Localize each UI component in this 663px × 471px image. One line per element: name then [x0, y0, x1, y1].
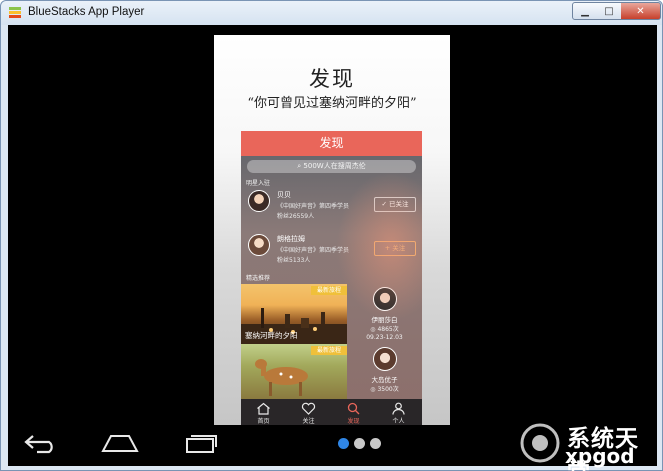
bluestacks-window: BlueStacks App Player ▁ □ ✕ 发现 “你可曾见过塞纳河… [0, 0, 663, 471]
minimize-button[interactable]: ▁ [572, 2, 598, 20]
featured-photo[interactable]: 最新旅程 [241, 344, 347, 399]
eye-icon: ◎ [370, 326, 376, 333]
tab-label: 关注 [302, 418, 315, 425]
app-header-title: 发现 [241, 131, 422, 156]
window-title: BlueStacks App Player [28, 6, 145, 18]
tab-label: 发现 [347, 418, 360, 425]
tag-badge: 最新旅程 [311, 346, 347, 355]
home-icon [257, 402, 270, 415]
back-icon[interactable] [23, 432, 59, 454]
tag-badge: 最新旅程 [311, 286, 347, 295]
star-desc: 《中国好声音》第四季学员 [277, 247, 350, 254]
view-count: ◎ 4865次 [347, 324, 422, 333]
plus-icon: + [384, 244, 391, 252]
eye-icon: ◎ [370, 386, 376, 393]
person-icon [392, 402, 405, 415]
featured-photo[interactable]: 最新旅程 塞纳河畔的夕阳 [241, 284, 347, 344]
star-desc: 《中国好声音》第四季学员 [277, 203, 350, 210]
section-featured-label: 精选推荐 [246, 275, 271, 282]
recent-apps-icon[interactable] [183, 432, 219, 454]
view-count-value: 4865次 [377, 326, 399, 333]
date-range: 09.23-12.03 [366, 334, 403, 341]
follow-button[interactable]: + 关注 [374, 241, 416, 256]
tab-home[interactable]: 首页 [241, 399, 286, 425]
tab-profile[interactable]: 个人 [376, 399, 421, 425]
bluestacks-logo-icon [9, 7, 21, 18]
author-name: 伊丽莎白 [371, 316, 398, 324]
intro-title: 发现 [309, 67, 355, 91]
home-icon[interactable] [101, 433, 139, 453]
close-icon: ✕ [636, 5, 645, 17]
pager-dot[interactable] [370, 438, 381, 449]
maximize-button[interactable]: □ [597, 2, 622, 20]
view-count-value: 3500次 [377, 386, 399, 393]
star-name: 贝贝 [277, 191, 291, 199]
search-placeholder: 500W人在搜周杰伦 [303, 162, 366, 170]
followed-button-label: 已关注 [389, 200, 409, 208]
followed-button[interactable]: ✓ 已关注 [374, 197, 416, 212]
section-stars-label: 明星入驻 [246, 180, 271, 187]
title-bar[interactable]: BlueStacks App Player ▁ □ ✕ [1, 1, 662, 25]
search-icon: ⌕ [297, 162, 302, 170]
author-name: 大岛优子 [371, 376, 398, 384]
search-input[interactable]: ⌕ 500W人在搜周杰伦 [247, 160, 416, 173]
tab-discover[interactable]: 发现 [331, 399, 376, 425]
watermark-logo-icon [520, 423, 560, 463]
check-icon: ✓ [381, 200, 387, 208]
tab-label: 个人 [392, 418, 405, 425]
avatar [373, 287, 397, 311]
heart-icon [301, 402, 316, 415]
tab-label: 首页 [257, 418, 270, 425]
star-fans: 粉丝26559人 [277, 213, 315, 220]
featured-author-card[interactable]: 大岛优子 ◎ 3500次 [347, 344, 422, 399]
app-preview: 发现 ⌕ 500W人在搜周杰伦 明星入驻 贝贝 《中国好声音》第四季学员 粉丝2… [241, 131, 422, 425]
featured-author-card[interactable]: 伊丽莎白 ◎ 4865次 09.23-12.03 [347, 284, 422, 344]
close-button[interactable]: ✕ [621, 2, 661, 20]
avatar[interactable] [248, 190, 270, 212]
pager-dot-active[interactable] [338, 438, 349, 449]
follow-button-label: 关注 [392, 244, 406, 252]
featured-caption: 塞纳河畔的夕阳 [245, 331, 298, 340]
avatar[interactable] [248, 234, 270, 256]
tab-follow[interactable]: 关注 [286, 399, 331, 425]
avatar [373, 347, 397, 371]
bottom-tab-bar: 首页 关注 发现 个人 [241, 399, 422, 425]
minimize-icon: ▁ [581, 5, 589, 17]
star-fans: 粉丝5133人 [277, 257, 311, 264]
intro-subtitle: “你可曾见过塞纳河畔的夕阳” [247, 96, 417, 111]
star-name: 朗格拉姆 [277, 235, 305, 243]
app-intro-screen[interactable]: 发现 “你可曾见过塞纳河畔的夕阳” 发现 ⌕ 500W人在搜周杰伦 明星入驻 贝… [214, 35, 450, 425]
watermark-url: xpgod [565, 444, 635, 468]
maximize-icon: □ [604, 5, 614, 17]
pager-dot[interactable] [354, 438, 365, 449]
search-icon [347, 402, 360, 415]
view-count: ◎ 3500次 [347, 384, 422, 393]
